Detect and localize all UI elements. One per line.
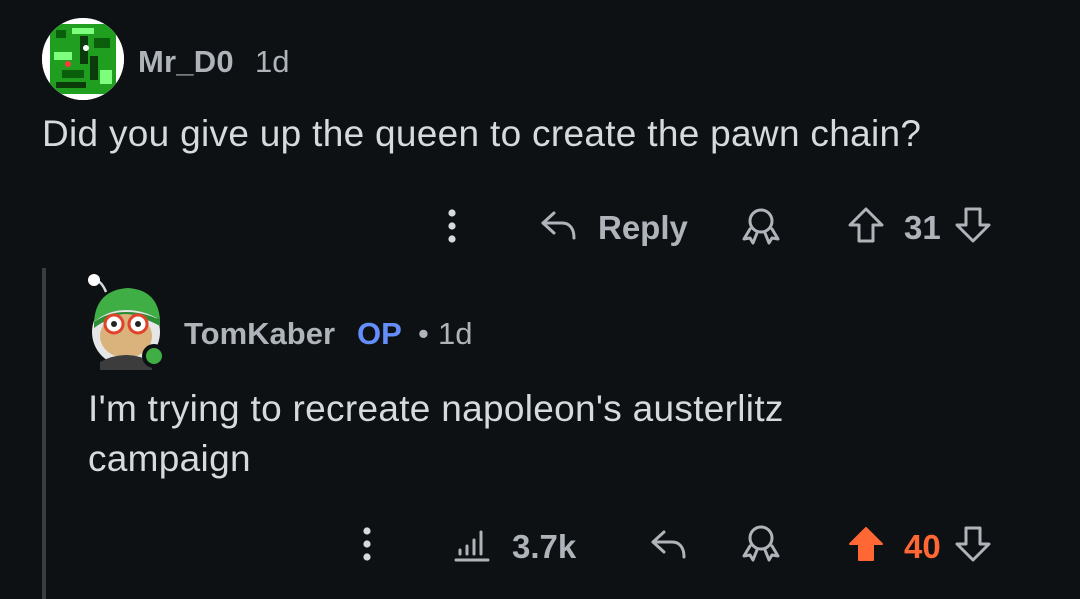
upvote-icon[interactable] [846, 524, 886, 569]
insights-icon [452, 524, 492, 569]
reply-icon [538, 205, 578, 250]
award-icon[interactable] [738, 522, 784, 569]
vote-score: 40 [904, 527, 941, 565]
vote-score: 31 [904, 208, 941, 246]
vote-controls: 40 [846, 524, 993, 569]
view-count: 3.7k [512, 527, 577, 565]
upvote-icon[interactable] [846, 205, 886, 250]
downvote-icon[interactable] [953, 205, 993, 250]
reply-button[interactable]: Reply [538, 205, 688, 250]
award-icon[interactable] [738, 205, 784, 252]
downvote-icon[interactable] [953, 524, 993, 569]
avatar[interactable] [42, 18, 124, 100]
timestamp: 1d [438, 316, 473, 351]
comment-body: Did you give up the queen to create the … [42, 113, 922, 154]
separator-dot: • [418, 316, 429, 351]
username[interactable]: Mr_D0 [138, 44, 234, 80]
reply-icon[interactable] [648, 524, 688, 569]
comment-body: I'm trying to recreate napoleon's auster… [88, 384, 988, 484]
comment-line: campaign [88, 438, 251, 479]
avatar[interactable] [84, 270, 172, 370]
timestamp: 1d [255, 44, 290, 79]
username[interactable]: TomKaber [184, 316, 335, 352]
comment-line: I'm trying to recreate napoleon's auster… [88, 388, 784, 429]
vote-controls: 31 [846, 205, 993, 250]
insights-button[interactable]: 3.7k [452, 524, 576, 569]
op-badge: OP [357, 316, 402, 351]
reply-label: Reply [598, 208, 688, 246]
more-vertical-icon[interactable] [355, 524, 379, 569]
thread-line[interactable] [42, 268, 46, 599]
more-vertical-icon[interactable] [440, 206, 464, 251]
